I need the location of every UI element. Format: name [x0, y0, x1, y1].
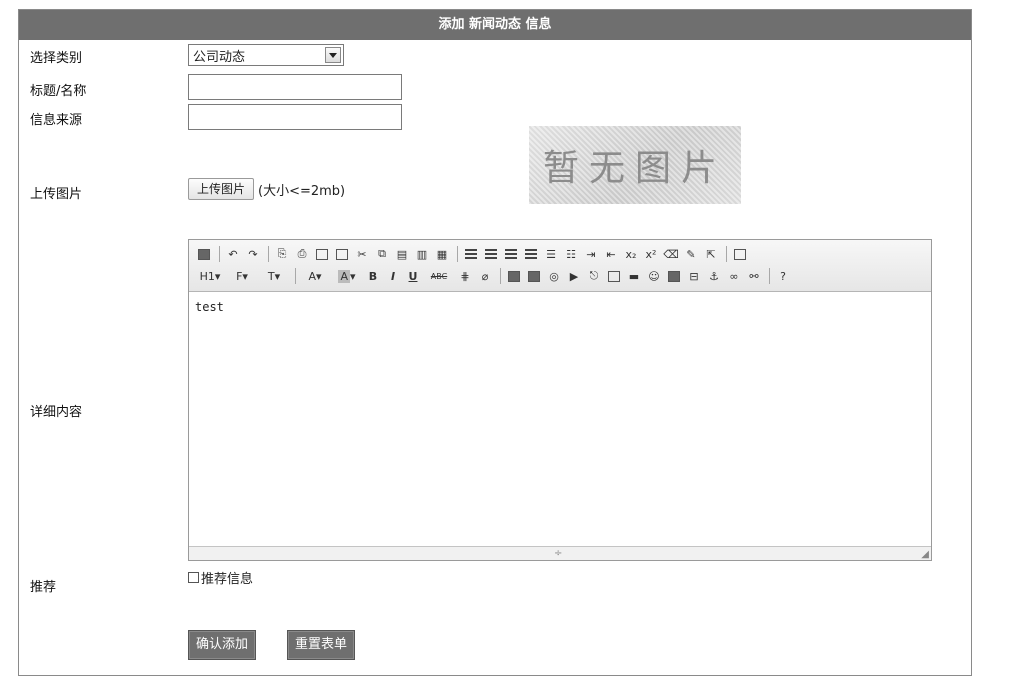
editor-statusbar: ÷ ◢: [189, 546, 931, 560]
unordered-list-icon[interactable]: ☷: [562, 245, 580, 263]
select-all-icon[interactable]: ⇱: [702, 245, 720, 263]
image-preview: 暂无图片: [529, 126, 741, 204]
align-left-icon[interactable]: [462, 245, 480, 263]
font-color-icon[interactable]: A ▾: [300, 267, 330, 285]
source-input[interactable]: [188, 104, 402, 130]
toolbar-row-1: ↶ ↷ ⎘ ⎙ ✂ ⧉ ▤ ▥ ▦ ☰ ☷ ⇥ ⇤ x₂ x² ⌫ ✎ ⇱: [195, 243, 925, 265]
rich-text-editor: ↶ ↷ ⎘ ⎙ ✂ ⧉ ▤ ▥ ▦ ☰ ☷ ⇥ ⇤ x₂ x² ⌫ ✎ ⇱ H1…: [188, 239, 932, 561]
font-family-icon[interactable]: F ▾: [227, 267, 257, 285]
content-label: 详细内容: [30, 405, 83, 420]
attachment-icon[interactable]: ⎋: [585, 267, 603, 285]
toolbar-separator: [457, 246, 458, 262]
toolbar-separator: [219, 246, 220, 262]
undo-icon[interactable]: ↶: [224, 245, 242, 263]
page-title: 添加 新闻动态 信息: [19, 10, 971, 40]
table-icon[interactable]: [605, 267, 623, 285]
link-icon[interactable]: ∞: [725, 267, 743, 285]
title-input[interactable]: [188, 74, 402, 100]
anchor-icon[interactable]: ⚓: [705, 267, 723, 285]
unlink-icon[interactable]: ⚯: [745, 267, 763, 285]
bold-icon[interactable]: B: [364, 267, 382, 285]
outdent-icon[interactable]: ⇤: [602, 245, 620, 263]
reset-button[interactable]: 重置表单: [287, 630, 356, 660]
no-image-text: 暂无图片: [542, 148, 727, 189]
paste-icon[interactable]: ▤: [393, 245, 411, 263]
multi-image-icon[interactable]: [525, 267, 543, 285]
subscript-icon[interactable]: x₂: [622, 245, 640, 263]
fullscreen-icon[interactable]: [731, 245, 749, 263]
italic-icon[interactable]: I: [384, 267, 402, 285]
source-code-icon[interactable]: [195, 245, 213, 263]
chevron-down-icon[interactable]: [325, 47, 341, 63]
toolbar-separator: [500, 268, 501, 284]
page-break-icon[interactable]: ⊟: [685, 267, 703, 285]
highlight-color-icon[interactable]: A ▾: [332, 267, 362, 285]
title-label: 标题/名称: [30, 84, 87, 99]
recommend-checkbox[interactable]: [188, 572, 199, 583]
heading-icon[interactable]: H1 ▾: [195, 267, 225, 285]
toolbar-separator: [295, 268, 296, 284]
submit-button[interactable]: 确认添加: [188, 630, 257, 660]
editor-toolbar: ↶ ↷ ⎘ ⎙ ✂ ⧉ ▤ ▥ ▦ ☰ ☷ ⇥ ⇤ x₂ x² ⌫ ✎ ⇱ H1…: [189, 240, 931, 292]
upload-group: 上传图片 (大小<=2mb): [188, 178, 345, 200]
horizontal-rule-icon[interactable]: ▬: [625, 267, 643, 285]
source-label: 信息来源: [30, 113, 83, 128]
copy-icon[interactable]: ⧉: [373, 245, 391, 263]
upload-label: 上传图片: [30, 187, 83, 202]
align-justify-icon[interactable]: [522, 245, 540, 263]
strikethrough-icon[interactable]: ABC: [424, 267, 454, 285]
media-icon[interactable]: ▶: [565, 267, 583, 285]
font-size-icon[interactable]: T ▾: [259, 267, 289, 285]
clear-format-icon[interactable]: ⌫: [662, 245, 680, 263]
recommend-checkbox-label[interactable]: 推荐信息: [201, 568, 253, 587]
image-icon[interactable]: [505, 267, 523, 285]
redo-icon[interactable]: ↷: [244, 245, 262, 263]
recommend-label: 推荐: [30, 580, 57, 595]
print-icon[interactable]: ⎙: [293, 245, 311, 263]
align-right-icon[interactable]: [502, 245, 520, 263]
upload-image-button[interactable]: 上传图片: [188, 178, 255, 200]
toolbar-separator: [268, 246, 269, 262]
format-painter-icon[interactable]: ✎: [682, 245, 700, 263]
eraser-icon[interactable]: ⌀: [476, 267, 494, 285]
underline-icon[interactable]: U: [404, 267, 422, 285]
resize-handle-icon[interactable]: ◢: [921, 549, 929, 560]
cut-icon[interactable]: ✂: [353, 245, 371, 263]
drag-handle-icon[interactable]: ÷: [554, 548, 562, 559]
map-icon[interactable]: [665, 267, 683, 285]
flash-icon[interactable]: ◎: [545, 267, 563, 285]
paste-word-icon[interactable]: ▦: [433, 245, 451, 263]
preview-icon[interactable]: ⎘: [273, 245, 291, 263]
code-icon[interactable]: [333, 245, 351, 263]
toolbar-separator: [769, 268, 770, 284]
emoticon-icon[interactable]: ☺: [645, 267, 663, 285]
align-center-icon[interactable]: [482, 245, 500, 263]
recommend-row: 推荐信息: [188, 568, 253, 587]
editor-content[interactable]: test: [189, 292, 931, 546]
category-value: 公司动态: [193, 49, 246, 65]
toolbar-row-2: H1 ▾ F ▾ T ▾ A ▾ A ▾ B I U ABC ⋕ ⌀ ◎ ▶ ⎋ ▬ ☺ …: [195, 265, 925, 287]
toolbar-separator: [726, 246, 727, 262]
line-height-icon[interactable]: ⋕: [456, 267, 474, 285]
category-label: 选择类别: [30, 51, 83, 66]
category-select[interactable]: 公司动态: [188, 44, 344, 66]
upload-size-note: (大小<=2mb): [258, 183, 346, 199]
help-icon[interactable]: ?: [774, 267, 792, 285]
superscript-icon[interactable]: x²: [642, 245, 660, 263]
template-icon[interactable]: [313, 245, 331, 263]
paste-text-icon[interactable]: ▥: [413, 245, 431, 263]
ordered-list-icon[interactable]: ☰: [542, 245, 560, 263]
indent-icon[interactable]: ⇥: [582, 245, 600, 263]
